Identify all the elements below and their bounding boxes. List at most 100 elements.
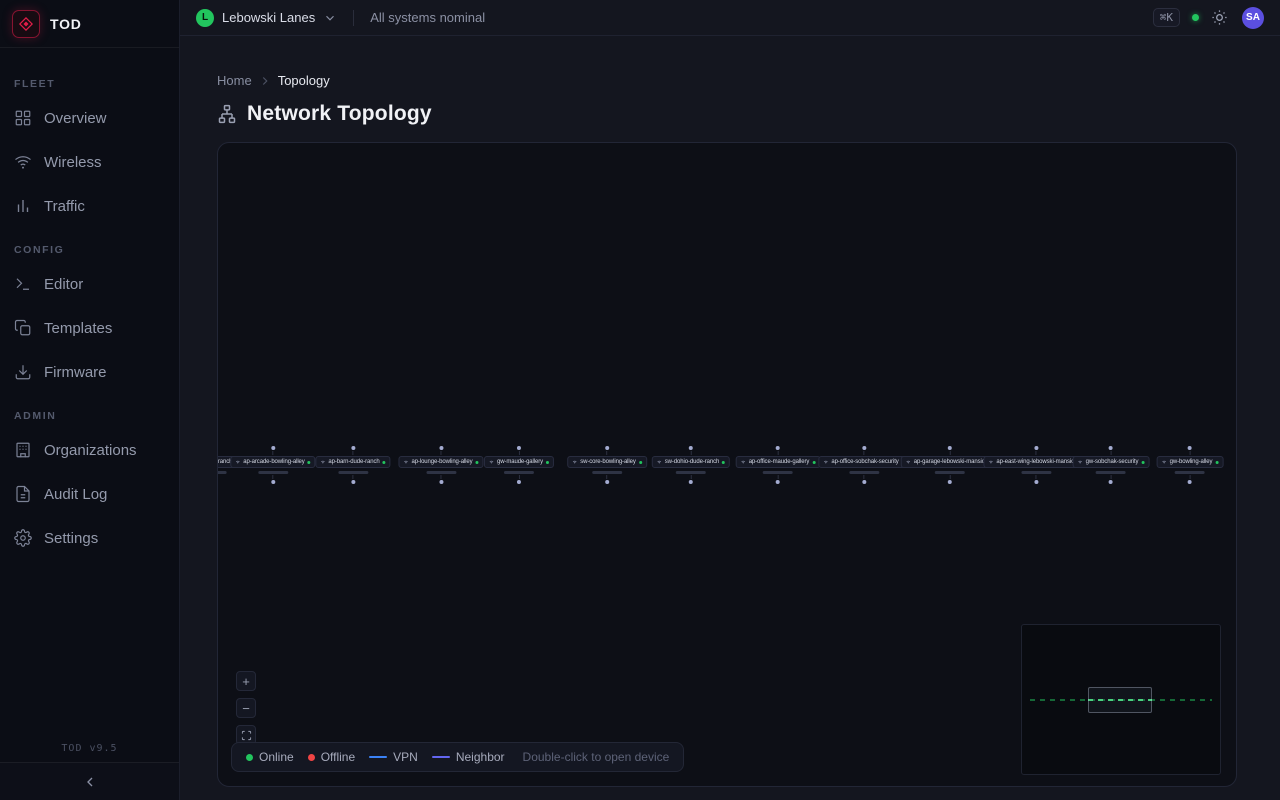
zoom-out-button[interactable]: − <box>236 698 256 718</box>
device-card[interactable]: ap-barn-dude-ranch <box>315 456 390 468</box>
online-dot-icon <box>246 754 253 761</box>
client-node-dot <box>776 480 780 484</box>
org-switcher[interactable]: L Lebowski Lanes <box>196 9 337 27</box>
link-line <box>607 475 608 479</box>
sidebar-item-firmware[interactable]: Firmware <box>0 350 179 394</box>
device-name: ap-office-sobchak-security <box>831 459 898 465</box>
device-card[interactable]: ap-arcade-bowling-alley <box>230 456 315 468</box>
sidebar-item-templates[interactable]: Templates <box>0 306 179 350</box>
offline-dot-icon <box>308 754 315 761</box>
minimap-viewport[interactable] <box>1088 687 1152 713</box>
app-name: TOD <box>50 16 82 32</box>
minimap[interactable] <box>1021 624 1221 775</box>
app-logo: TOD <box>0 0 179 48</box>
device-meta <box>258 471 288 474</box>
device-card[interactable]: ap-office-sobchak-security <box>818 456 909 468</box>
wifi-icon <box>14 153 32 171</box>
zoom-in-button[interactable]: + <box>236 671 256 691</box>
sidebar-collapse-button[interactable] <box>0 762 179 800</box>
maximize-icon <box>241 730 252 741</box>
sidebar-item-label: Wireless <box>44 154 102 171</box>
uplink-node-dot <box>689 446 693 450</box>
client-node-dot <box>605 480 609 484</box>
device-meta <box>217 471 227 474</box>
page-title-row: Network Topology <box>217 102 432 126</box>
sidebar-item-organizations[interactable]: Organizations <box>0 428 179 472</box>
device-node[interactable]: ap-barn-dude-ranch <box>315 446 390 484</box>
uplink-node-dot <box>517 446 521 450</box>
grid-icon <box>14 109 32 127</box>
device-meta <box>1175 471 1205 474</box>
device-status-dot <box>722 461 725 464</box>
device-card[interactable]: gw-sobchak-security <box>1073 456 1150 468</box>
sun-icon[interactable] <box>1211 9 1228 26</box>
device-icon <box>906 460 911 465</box>
device-icon <box>1162 460 1167 465</box>
device-node[interactable]: ap-office-maude-gallery <box>736 446 821 484</box>
uplink-node-dot <box>1188 446 1192 450</box>
device-card[interactable]: ap-office-maude-gallery <box>736 456 821 468</box>
uplink-node-dot <box>605 446 609 450</box>
client-node-dot <box>271 480 275 484</box>
uplink-node-dot <box>439 446 443 450</box>
device-name: ap-garage-lebowski-mansion <box>914 459 988 465</box>
device-node[interactable]: ap-arcade-bowling-alley <box>230 446 315 484</box>
terminal-icon <box>14 275 32 293</box>
bar-chart-icon <box>14 197 32 215</box>
legend-vpn: VPN <box>369 750 418 764</box>
command-palette-shortcut[interactable]: ⌘K <box>1153 8 1180 27</box>
device-meta <box>935 471 965 474</box>
device-card[interactable]: gw-bowling-alley <box>1157 456 1224 468</box>
device-status-dot <box>383 461 386 464</box>
device-node[interactable]: ap-office-sobchak-security <box>818 446 909 484</box>
sidebar-item-audit-log[interactable]: Audit Log <box>0 472 179 516</box>
device-status-dot <box>812 461 815 464</box>
device-node[interactable]: gw-bowling-alley <box>1157 446 1224 484</box>
sidebar-item-settings[interactable]: Settings <box>0 516 179 560</box>
link-line <box>863 475 864 479</box>
device-node[interactable]: ap-lounge-bowling-alley <box>398 446 483 484</box>
device-node[interactable]: gw-maude-gallery <box>484 446 554 484</box>
breadcrumb-home-link[interactable]: Home <box>217 73 252 88</box>
topology-canvas[interactable]: gw-dude-ranchap-arcade-bowling-alleyap-b… <box>217 142 1237 787</box>
device-icon <box>572 460 577 465</box>
link-line <box>691 451 692 455</box>
download-icon <box>14 363 32 381</box>
topology-legend: Online Offline VPN Neighbor Double-click… <box>231 742 684 772</box>
org-name: Lebowski Lanes <box>222 10 315 25</box>
sidebar-item-traffic[interactable]: Traffic <box>0 184 179 228</box>
client-node-dot <box>439 480 443 484</box>
link-line <box>440 451 441 455</box>
device-card[interactable]: sw-dohio-dude-ranch <box>652 456 730 468</box>
device-name: ap-east-wing-lebowski-mansion <box>996 459 1077 465</box>
legend-offline: Offline <box>308 750 355 764</box>
device-card[interactable]: gw-maude-gallery <box>484 456 554 468</box>
device-node[interactable]: sw-dohio-dude-ranch <box>652 446 730 484</box>
client-node-dot <box>1188 480 1192 484</box>
device-card[interactable]: ap-lounge-bowling-alley <box>398 456 483 468</box>
legend-neighbor-label: Neighbor <box>456 750 505 764</box>
sidebar-item-overview[interactable]: Overview <box>0 96 179 140</box>
link-line <box>273 475 274 479</box>
client-node-dot <box>948 480 952 484</box>
uplink-node-dot <box>862 446 866 450</box>
client-node-dot <box>1109 480 1113 484</box>
device-name: gw-bowling-alley <box>1170 459 1213 465</box>
nav-section-fleet: FLEET <box>14 78 165 90</box>
file-text-icon <box>14 485 32 503</box>
device-meta <box>1021 471 1051 474</box>
link-line <box>863 451 864 455</box>
uplink-node-dot <box>271 446 275 450</box>
device-card[interactable]: sw-core-bowling-alley <box>567 456 647 468</box>
breadcrumb-current: Topology <box>278 73 330 88</box>
client-node-dot <box>1034 480 1038 484</box>
sidebar-item-wireless[interactable]: Wireless <box>0 140 179 184</box>
sidebar-item-label: Audit Log <box>44 486 107 503</box>
sidebar-item-label: Templates <box>44 320 112 337</box>
device-node[interactable]: gw-sobchak-security <box>1073 446 1150 484</box>
legend-online: Online <box>246 750 294 764</box>
app-window: TOD FLEET Overview Wireless Traffic <box>0 0 1280 800</box>
user-avatar[interactable]: SA <box>1242 7 1264 29</box>
sidebar-item-editor[interactable]: Editor <box>0 262 179 306</box>
device-node[interactable]: sw-core-bowling-alley <box>567 446 647 484</box>
